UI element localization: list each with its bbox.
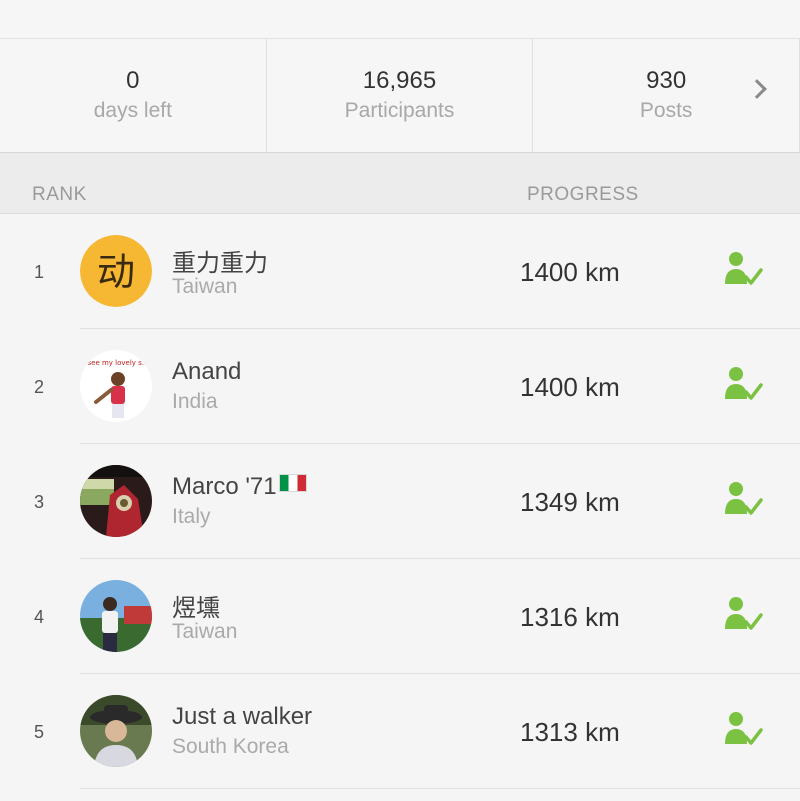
leaderboard-row[interactable]: 4 煜壎 Taiwan 1316 km <box>0 559 800 674</box>
user-country: Taiwan <box>172 620 238 643</box>
rank-number: 2 <box>34 377 45 397</box>
avatar[interactable] <box>80 580 152 652</box>
progress-distance: 1349 km <box>520 487 620 517</box>
rank-number: 4 <box>34 607 45 627</box>
user-name: Marco '71 <box>172 473 307 501</box>
stat-label: Participants <box>344 98 455 122</box>
avatar-caption: see my lovely s... <box>88 359 149 367</box>
user-name: 煜壎 <box>172 595 220 622</box>
avatar[interactable]: see my lovely s... <box>80 350 152 422</box>
user-country: India <box>172 390 218 413</box>
top-strip <box>0 0 800 39</box>
leaderboard-screen: 0 days left 16,965 Participants 930 Post… <box>0 0 800 801</box>
rank-number: 5 <box>34 722 45 742</box>
stat-label: days left <box>93 98 172 122</box>
stat-participants: 16,965 Participants <box>267 39 534 152</box>
italy-flag-icon <box>278 474 307 492</box>
rank-number: 3 <box>34 492 45 512</box>
stats-bar[interactable]: 0 days left 16,965 Participants 930 Post… <box>0 39 800 153</box>
add-friend-icon[interactable] <box>722 365 766 405</box>
leaderboard-row[interactable]: 3 Marco '71 Italy 1349 km <box>0 444 800 559</box>
progress-distance: 1400 km <box>520 257 620 287</box>
user-name-text: Marco '71 <box>172 473 277 500</box>
progress-distance: 1313 km <box>520 717 620 747</box>
avatar-glyph: 动 <box>97 250 135 294</box>
user-country: Italy <box>172 505 211 528</box>
progress-column-header: PROGRESS <box>527 184 639 205</box>
user-name: Just a walker <box>172 703 313 730</box>
leaderboard-row[interactable]: 1 动 重力重力 Taiwan 1400 km <box>0 214 800 329</box>
user-country: Taiwan <box>172 275 238 298</box>
leaderboard-row[interactable]: 2 see my lovely s... Anand India 1400 km <box>0 329 800 444</box>
rank-column-header: RANK <box>32 184 87 205</box>
progress-distance: 1400 km <box>520 372 620 402</box>
stat-value: 16,965 <box>362 66 437 94</box>
add-friend-icon[interactable] <box>722 250 766 290</box>
stat-days-left: 0 days left <box>0 39 267 152</box>
user-name: 重力重力 <box>172 250 268 277</box>
user-name: Anand <box>172 358 242 385</box>
add-friend-icon[interactable] <box>722 710 766 750</box>
avatar[interactable]: 动 <box>80 235 152 307</box>
stat-value: 0 <box>126 66 140 94</box>
add-friend-icon[interactable] <box>722 595 766 635</box>
user-country: South Korea <box>172 735 289 758</box>
table-header: RANK PROGRESS <box>0 153 800 214</box>
stat-value: 930 <box>646 66 687 94</box>
rank-number: 1 <box>34 262 45 282</box>
progress-distance: 1316 km <box>520 602 620 632</box>
add-friend-icon[interactable] <box>722 480 766 520</box>
leaderboard-row[interactable]: 5 Just a walker South Korea 1313 km <box>0 674 800 789</box>
avatar[interactable] <box>80 465 152 537</box>
stat-label: Posts <box>639 98 693 122</box>
avatar[interactable] <box>80 695 152 767</box>
